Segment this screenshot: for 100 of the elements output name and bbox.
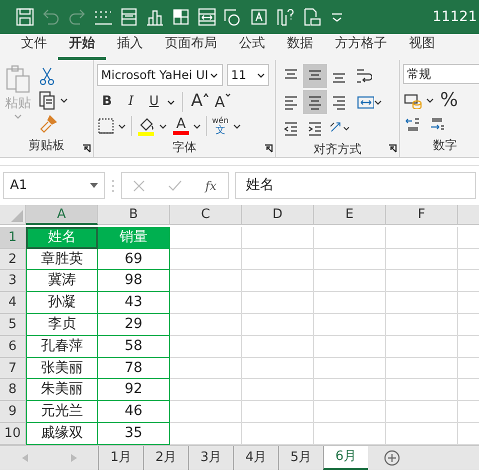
table-cell: 孔春萍 [26, 336, 98, 358]
underline-button[interactable]: U [145, 90, 163, 114]
table-cell: 朱美丽 [26, 379, 98, 402]
copy-icon [38, 90, 56, 110]
empty-cell [242, 292, 314, 314]
italic-button[interactable]: I [121, 90, 141, 114]
percent-button[interactable]: % [439, 88, 460, 112]
dialog-launcher-icon[interactable] [264, 144, 273, 153]
row-header[interactable]: 10 [0, 422, 26, 445]
font-color-button[interactable]: A [172, 114, 202, 138]
formula-input[interactable]: 姓名 [235, 172, 476, 199]
caret-icon[interactable] [60, 98, 68, 102]
ribbon-tab[interactable]: 公式 [228, 34, 276, 60]
sheet-tab[interactable]: 3月 [188, 446, 233, 470]
insert-function-button[interactable]: fx [205, 176, 217, 194]
empty-cell [242, 379, 314, 402]
caret-icon[interactable] [210, 72, 218, 78]
empty-cell [314, 358, 386, 380]
empty-cell [314, 314, 386, 336]
ribbon-tab[interactable]: 文件 [10, 34, 58, 60]
empty-cell [386, 336, 458, 358]
clipboard-icon [4, 64, 32, 94]
table-cell: 销量 [98, 226, 170, 249]
phonetic-button[interactable]: wén 文 [211, 114, 242, 138]
table-cell: 58 [98, 336, 170, 358]
empty-cell [314, 336, 386, 358]
empty-cell [314, 401, 386, 423]
empty-cell [314, 379, 386, 402]
sheet-tab[interactable]: 6月 [323, 446, 368, 470]
caret-icon[interactable] [343, 126, 350, 130]
column-header[interactable]: A [26, 205, 98, 225]
ribbon-tab[interactable]: 数据 [276, 34, 324, 60]
table-cell: 29 [98, 314, 170, 336]
row-header[interactable]: 2 [0, 248, 26, 270]
bold-button[interactable]: B [97, 90, 117, 114]
caret-icon[interactable] [167, 100, 175, 104]
empty-cell [314, 270, 386, 292]
table-cell: 69 [98, 248, 170, 270]
row-header[interactable]: 8 [0, 379, 26, 402]
empty-cell [242, 314, 314, 336]
caret-icon[interactable] [232, 124, 241, 128]
row-header[interactable]: 9 [0, 401, 26, 423]
empty-cell [386, 314, 458, 336]
font-size-dropdown[interactable]: 11 [227, 64, 269, 86]
caret-icon[interactable] [257, 72, 265, 78]
row-header[interactable]: 5 [0, 314, 26, 336]
row-header[interactable]: 7 [0, 358, 26, 380]
empty-cell [242, 358, 314, 380]
font-name-dropdown[interactable]: Microsoft YaHei UI [97, 64, 223, 86]
add-sheet-icon[interactable] [384, 450, 400, 466]
caret-icon[interactable] [159, 124, 167, 128]
border-grid-icon [98, 118, 114, 134]
sheet-tab[interactable]: 1月 [98, 446, 143, 470]
bucket-icon [137, 116, 155, 136]
column-header[interactable]: B [98, 205, 170, 225]
caret-up-icon [202, 93, 209, 97]
empty-cell [242, 270, 314, 292]
caret-icon[interactable] [426, 98, 434, 102]
increase-font-button[interactable]: A [190, 90, 210, 114]
empty-cell [386, 401, 458, 423]
save-icon[interactable] [14, 6, 36, 28]
row-header[interactable]: 1 [0, 226, 26, 249]
dropdown-icon[interactable] [90, 183, 98, 188]
ribbon-tab[interactable]: 视图 [398, 34, 446, 60]
name-box[interactable]: A1 [3, 172, 105, 199]
table-cell: 章胜英 [26, 248, 98, 270]
table-cell: 92 [98, 379, 170, 402]
row-header[interactable]: 6 [0, 336, 26, 358]
column-width-icon[interactable] [196, 6, 218, 28]
dialog-launcher-icon[interactable] [388, 144, 397, 153]
empty-cell [170, 292, 242, 314]
column-header[interactable]: D [242, 205, 314, 225]
row-header[interactable]: 4 [0, 292, 26, 314]
empty-cell [170, 401, 242, 423]
decrease-font-button[interactable]: A [214, 90, 232, 114]
dialog-launcher-icon[interactable] [82, 144, 91, 153]
table-cell: 46 [98, 401, 170, 423]
ribbon-tab[interactable]: 插入 [106, 34, 154, 60]
table-cell: 43 [98, 292, 170, 314]
align-middle-button[interactable] [303, 64, 327, 88]
empty-cell [170, 379, 242, 402]
row-header[interactable]: 3 [0, 270, 26, 292]
caret-icon[interactable] [193, 124, 201, 128]
align-center-button[interactable] [303, 90, 327, 114]
empty-cell [170, 248, 242, 270]
empty-cell [242, 248, 314, 270]
sheet-tab[interactable]: 4月 [233, 446, 278, 470]
column-header[interactable]: E [314, 205, 386, 225]
table-cell: 李贞 [26, 314, 98, 336]
caret-icon[interactable] [374, 100, 382, 104]
column-header[interactable]: C [170, 205, 242, 225]
ribbon-tab[interactable]: 方方格子 [324, 34, 398, 60]
caret-icon[interactable] [118, 124, 126, 128]
column-header[interactable]: F [386, 205, 458, 225]
number-format-dropdown[interactable]: 常规 [403, 64, 479, 84]
sheet-tab[interactable]: 2月 [143, 446, 188, 470]
table-cell: 元光兰 [26, 401, 98, 423]
table-cell: 孙凝 [26, 292, 98, 314]
group-label: 剪贴板 [28, 137, 64, 154]
ribbon-tab[interactable]: 页面布局 [154, 34, 228, 60]
